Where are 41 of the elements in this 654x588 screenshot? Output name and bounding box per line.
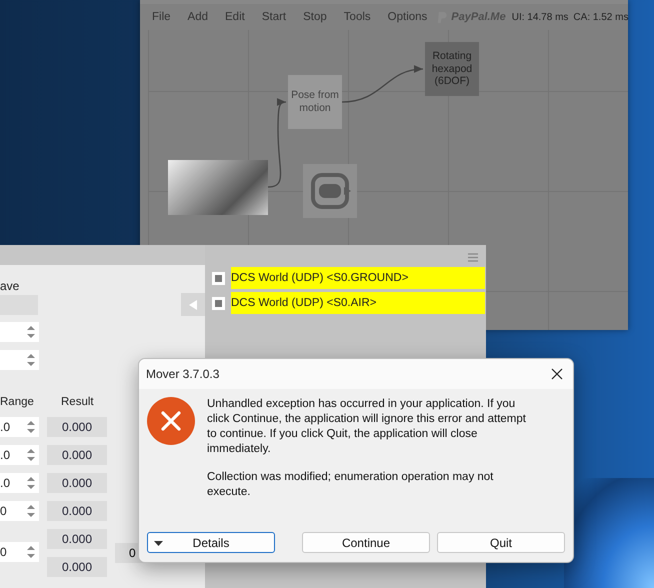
spinner-arrows-icon bbox=[26, 419, 36, 435]
spinner-field[interactable]: 0 bbox=[0, 501, 39, 521]
spinner-arrows-icon bbox=[26, 352, 36, 368]
menu-icon[interactable] bbox=[468, 253, 478, 262]
spinner-arrows-icon bbox=[26, 324, 36, 340]
triangle-left-icon bbox=[189, 300, 197, 310]
column-header: Range bbox=[0, 396, 34, 408]
source-label[interactable]: DCS World (UDP) <S0.AIR> bbox=[231, 292, 485, 314]
close-icon[interactable] bbox=[551, 368, 563, 380]
spinner-field[interactable]: 0 bbox=[0, 542, 39, 562]
spinner-arrows-icon bbox=[26, 503, 36, 519]
spinner-arrows-icon bbox=[26, 544, 36, 560]
checkbox[interactable] bbox=[212, 296, 225, 310]
result-field: 0.000 bbox=[47, 445, 107, 465]
source-label[interactable]: DCS World (UDP) <S0.GROUND> bbox=[231, 267, 485, 289]
spinner-arrows-icon bbox=[26, 447, 36, 463]
result-field: 0.000 bbox=[47, 529, 107, 549]
spinner-field[interactable] bbox=[0, 350, 39, 370]
checkbox[interactable] bbox=[212, 272, 225, 284]
error-message: Unhandled exception has occurred in your application. If you click Continue, the application will ignore this error and attempt to continue. If you click Quit, the application will close immediately. bbox=[207, 397, 527, 457]
dialog-button[interactable]: Continue bbox=[302, 532, 430, 553]
timing-readout: UI: 14.78 ms bbox=[512, 12, 568, 22]
spinner-field[interactable] bbox=[0, 322, 39, 342]
result-field: 0.000 bbox=[47, 501, 107, 521]
result-field: 0.000 bbox=[47, 557, 107, 577]
section-label: ave bbox=[0, 279, 20, 293]
error-icon bbox=[147, 397, 195, 445]
spinner-field[interactable]: .0 bbox=[0, 445, 39, 465]
spinner-arrows-icon bbox=[26, 475, 36, 491]
dialog-button[interactable]: Quit bbox=[437, 532, 565, 553]
spinner-field[interactable]: .0 bbox=[0, 417, 39, 437]
caret-icon bbox=[154, 541, 163, 546]
details-button[interactable]: Details bbox=[147, 532, 275, 553]
result-field: 0.000 bbox=[47, 417, 107, 437]
dialog-title: Mover 3.7.0.3 bbox=[146, 367, 220, 381]
result-field: 0.000 bbox=[47, 473, 107, 493]
photo-placeholder[interactable] bbox=[168, 160, 268, 215]
spinner-field[interactable]: .0 bbox=[0, 473, 39, 493]
error-detail: Collection was modified; enumeration operation may not execute. bbox=[207, 470, 494, 500]
column-header: Result bbox=[61, 396, 94, 408]
vr-node[interactable] bbox=[303, 164, 357, 218]
